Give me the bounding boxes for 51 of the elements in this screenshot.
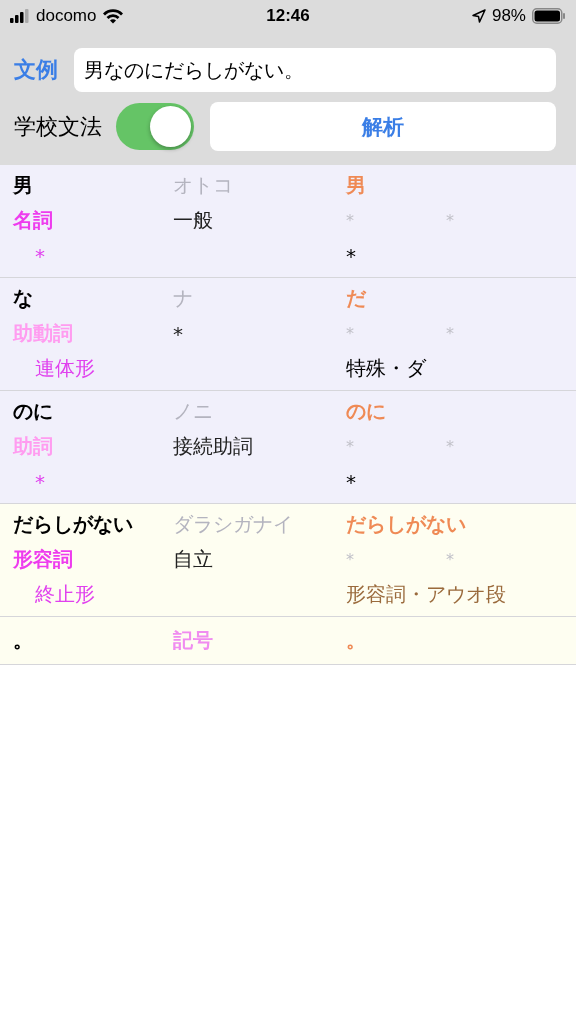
example-link[interactable]: 文例 [14, 55, 58, 85]
battery-percent: 98% [491, 6, 526, 26]
pos-detail: * [446, 324, 455, 343]
conjugation-form: * [34, 243, 46, 268]
conjugation-form: * [34, 469, 46, 494]
signal-icon [10, 9, 30, 23]
conjugation-type: 形容詞・アウオ段 [346, 581, 507, 608]
base-form-text: だ [346, 285, 368, 312]
reading-text: オトコ [173, 172, 234, 199]
pos-detail: * [446, 437, 455, 456]
pos-detail: * [346, 437, 355, 456]
toggle-switch[interactable] [116, 103, 194, 150]
reading-text: ダラシガナイ [173, 511, 294, 538]
base-form-text: だらしがない [346, 511, 467, 538]
pos-detail: * [173, 321, 184, 346]
pos-detail: 自立 [173, 546, 214, 573]
part-of-speech: 助動詞 [13, 320, 74, 347]
base-form-text: 男 [346, 172, 367, 199]
clock-time: 12:46 [266, 6, 310, 26]
surface-text: だらしがない [13, 511, 134, 538]
part-of-speech: 形容詞 [13, 546, 74, 573]
surface-text: 。 [13, 626, 34, 654]
analyze-button[interactable]: 解析 [210, 102, 556, 151]
conjugation-form: 終止形 [34, 581, 96, 608]
reading-text: ナ [173, 285, 194, 312]
conjugation-type: * [346, 469, 357, 494]
pos-detail: * [346, 324, 355, 343]
location-icon [471, 9, 486, 23]
surface-text: な [13, 285, 34, 312]
conjugation-form: 連体形 [34, 355, 96, 382]
part-of-speech: 助詞 [13, 433, 54, 460]
pos-detail: * [346, 550, 355, 569]
pos-detail: * [446, 211, 455, 230]
base-form-text: 。 [346, 626, 367, 654]
pos-detail: * [446, 550, 455, 569]
part-of-speech: 名詞 [13, 207, 54, 234]
base-form-text: のに [346, 398, 387, 425]
pos-detail: * [346, 211, 355, 230]
pos-detail: 接続助詞 [173, 433, 254, 460]
battery-icon [532, 8, 566, 24]
sentence-field[interactable]: 男なのにだらしがない。 [74, 48, 556, 92]
carrier-name: docomo [36, 6, 97, 26]
reading-text: ノニ [173, 398, 214, 425]
conjugation-type: 特殊・ダ [346, 355, 428, 382]
part-of-speech: 記号 [173, 626, 214, 654]
surface-text: のに [13, 398, 54, 425]
pos-detail: 一般 [173, 207, 214, 234]
toggle-label: 学校文法 [14, 112, 102, 141]
surface-text: 男 [13, 172, 34, 199]
conjugation-type: * [346, 243, 357, 268]
wifi-icon [102, 8, 125, 24]
